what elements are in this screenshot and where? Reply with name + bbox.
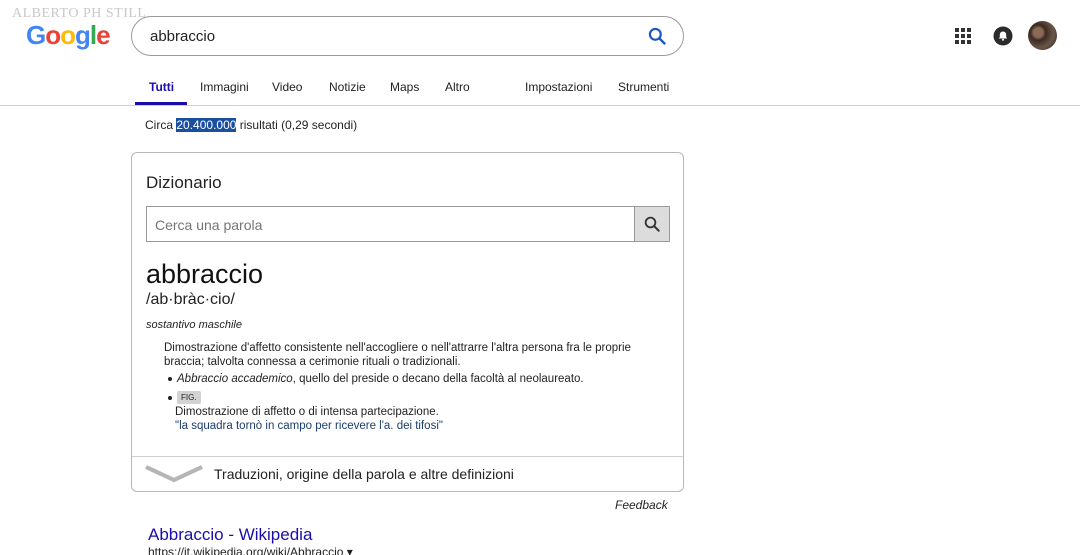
- figurative-entry: FIG.: [168, 391, 201, 404]
- tab-impostazioni[interactable]: Impostazioni: [525, 80, 592, 94]
- tab-video[interactable]: Video: [272, 80, 302, 94]
- logo-letter: e: [96, 20, 111, 50]
- tab-altro[interactable]: Altro: [445, 80, 470, 94]
- result-url[interactable]: https://it.wikipedia.org/wiki/Abbraccio …: [148, 545, 353, 555]
- dictionary-search-box: [146, 206, 670, 242]
- dictionary-card: Dizionario abbraccio /ab·bràc·cio/ sosta…: [131, 152, 684, 492]
- feedback-link[interactable]: Feedback: [615, 498, 668, 512]
- account-avatar[interactable]: [1028, 21, 1057, 50]
- logo-letter: o: [45, 20, 61, 50]
- stats-prefix: Circa: [145, 118, 174, 132]
- apps-grid-icon[interactable]: [955, 28, 971, 44]
- search-input[interactable]: [150, 25, 630, 47]
- sub-definition: Abbraccio accademico, quello del preside…: [168, 373, 584, 385]
- search-tabs: Tutti Immagini Video Notizie Maps Altro …: [0, 70, 1080, 106]
- logo-letter: G: [26, 20, 46, 50]
- divider: [132, 456, 683, 457]
- active-tab-indicator: [135, 102, 187, 105]
- chevron-down-icon[interactable]: [144, 463, 204, 485]
- phonetic-spelling: /ab·bràc·cio/: [146, 291, 235, 308]
- bullet-icon: [168, 395, 172, 400]
- search-icon[interactable]: [647, 26, 667, 46]
- result-title-link[interactable]: Abbraccio - Wikipedia: [148, 525, 312, 545]
- sub-definition-term: Abbraccio accademico: [177, 373, 293, 385]
- stats-count: 20.400.000: [176, 118, 237, 132]
- stats-suffix: risultati (0,29 secondi): [239, 118, 358, 132]
- notifications-bell-icon[interactable]: [993, 26, 1013, 46]
- search-icon: [644, 216, 660, 232]
- tab-notizie[interactable]: Notizie: [329, 80, 366, 94]
- more-definitions-link[interactable]: Traduzioni, origine della parola e altre…: [214, 466, 514, 482]
- tab-maps[interactable]: Maps: [390, 80, 419, 94]
- usage-example: "la squadra tornò in campo per ricevere …: [175, 420, 443, 432]
- google-logo[interactable]: Google: [26, 20, 111, 51]
- tab-tutti[interactable]: Tutti: [149, 80, 174, 94]
- bullet-icon: [168, 376, 172, 381]
- logo-letter: o: [60, 20, 76, 50]
- definition: Dimostrazione d'affetto consistente nell…: [164, 342, 631, 368]
- result-stats: Circa 20.400.000 risultati (0,29 secondi…: [145, 118, 357, 132]
- dictionary-search-input[interactable]: [155, 215, 625, 235]
- sub-definition-text: , quello del preside o decano della faco…: [292, 373, 584, 385]
- part-of-speech: sostantivo maschile: [146, 319, 242, 331]
- tab-strumenti[interactable]: Strumenti: [618, 80, 669, 94]
- logo-letter: g: [75, 20, 91, 50]
- search-box: [131, 16, 684, 56]
- dictionary-search-button[interactable]: [634, 206, 670, 242]
- tab-immagini[interactable]: Immagini: [200, 80, 249, 94]
- figurative-definition: Dimostrazione di affetto o di intensa pa…: [175, 406, 439, 418]
- card-title: Dizionario: [146, 173, 222, 192]
- headword: abbraccio: [146, 259, 264, 289]
- fig-tag: FIG.: [177, 391, 201, 404]
